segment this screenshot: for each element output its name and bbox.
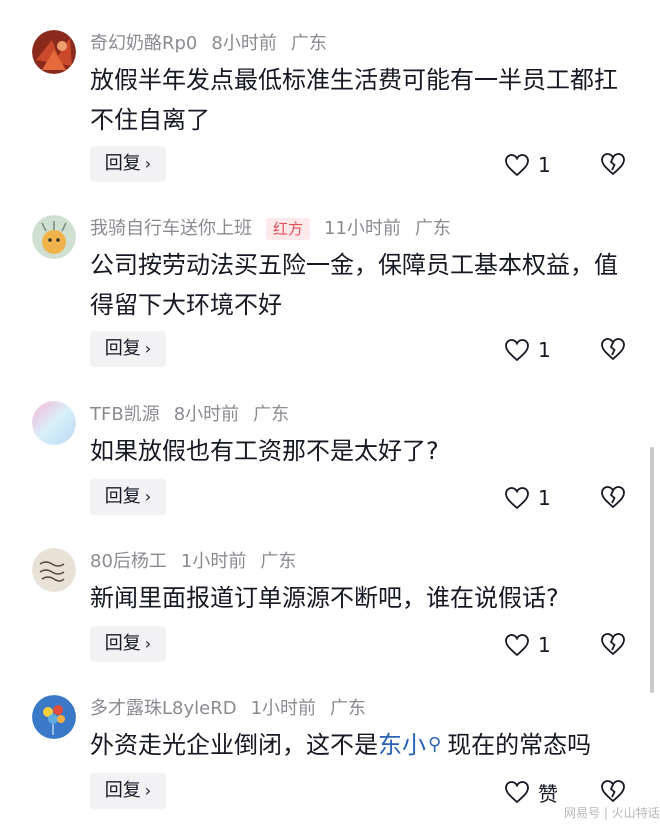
comment-text: 如果放假也有工资那不是太好了? [90, 431, 635, 471]
username[interactable]: 多才露珠L8yleRD [90, 698, 237, 719]
username[interactable]: 我骑自行车送你上班 [90, 218, 252, 239]
comment-meta: 多才露珠L8yleRD 1小时前 广东 [90, 697, 380, 721]
avatar[interactable] [32, 215, 76, 259]
comment-time: 1小时前 [180, 551, 247, 572]
heart-outline-icon [505, 634, 529, 657]
reply-button[interactable]: 回复 › [90, 146, 166, 182]
chevron-right-icon: › [144, 487, 152, 506]
username[interactable]: TFB凯源 [90, 404, 160, 425]
comment-text: 公司按劳动法买五险一金，保障员工基本权益，值得留下大环境不好 [90, 245, 635, 325]
heart-outline-icon [505, 339, 529, 362]
reply-button[interactable]: 回复 › [90, 626, 166, 662]
comment-time: 1小时前 [250, 698, 317, 719]
comment-time: 8小时前 [173, 404, 240, 425]
chevron-right-icon: › [144, 781, 152, 800]
avatar[interactable] [32, 548, 76, 592]
username[interactable]: 80后杨工 [90, 551, 167, 572]
chevron-right-icon: › [144, 634, 152, 653]
reply-label: 回复 [104, 153, 141, 174]
like-button[interactable]: 1 [504, 483, 584, 513]
comment-text-content: 现在的常态吗 [447, 731, 592, 759]
comment-text: 放假半年发点最低标准生活费可能有一半员工都扛不住自离了 [90, 60, 635, 140]
search-link[interactable]: 东小 [378, 731, 426, 759]
like-count: 1 [538, 338, 551, 362]
reply-label: 回复 [104, 780, 141, 801]
chevron-right-icon: › [144, 154, 152, 173]
avatar[interactable] [32, 695, 76, 739]
heart-outline-icon [505, 154, 529, 177]
comment-meta: 奇幻奶酪Rp0 8小时前 广东 [90, 32, 341, 56]
search-icon[interactable]: ⚲ [428, 734, 441, 755]
comment-location: 广东 [330, 698, 367, 719]
like-count: 赞 [538, 781, 558, 806]
like-button[interactable]: 1 [504, 630, 584, 660]
broken-heart-icon [601, 780, 625, 803]
broken-heart-icon [601, 153, 625, 176]
broken-heart-icon [601, 486, 625, 509]
comment-text-content: 放假半年发点最低标准生活费可能有一半员工都扛不住自离了 [90, 66, 618, 134]
avatar[interactable] [32, 30, 76, 74]
scrollbar[interactable] [650, 447, 654, 693]
dislike-button[interactable] [600, 484, 626, 510]
comment-time: 11小时前 [324, 218, 401, 239]
username[interactable]: 奇幻奶酪Rp0 [90, 33, 197, 54]
comment-location: 广东 [260, 551, 297, 572]
dislike-button[interactable] [600, 151, 626, 177]
reply-button[interactable]: 回复 › [90, 479, 166, 515]
comment-time: 8小时前 [211, 33, 277, 54]
like-button[interactable]: 1 [504, 150, 584, 180]
comment-text: 新闻里面报道订单源源不断吧，谁在说假话? [90, 578, 635, 618]
comment-meta: 我骑自行车送你上班 红方 11小时前 广东 [90, 217, 465, 241]
comment-location: 广东 [290, 33, 327, 54]
dislike-button[interactable] [600, 778, 626, 804]
comment-text-content: 如果放假也有工资那不是太好了? [90, 437, 439, 465]
comment-text-content: 公司按劳动法买五险一金，保障员工基本权益，值得留下大环境不好 [90, 251, 618, 319]
like-count: 1 [538, 486, 551, 510]
avatar[interactable] [32, 401, 76, 445]
watermark: 网易号 | 火山特话 [564, 806, 660, 820]
heart-outline-icon [505, 487, 529, 510]
reply-button[interactable]: 回复 › [90, 773, 166, 809]
comment-text-content: 外资走光企业倒闭，这不是 [90, 731, 378, 759]
like-button[interactable]: 1 [504, 335, 584, 365]
comment-location: 广东 [414, 218, 451, 239]
reply-button[interactable]: 回复 › [90, 331, 166, 367]
like-count: 1 [538, 153, 551, 177]
heart-outline-icon [505, 781, 529, 804]
comment-text-content: 新闻里面报道订单源源不断吧，谁在说假话? [90, 584, 559, 612]
dislike-button[interactable] [600, 336, 626, 362]
comment-location: 广东 [253, 404, 290, 425]
comment-text: 外资走光企业倒闭，这不是东小 ⚲ 现在的常态吗 [90, 725, 635, 765]
reply-label: 回复 [104, 633, 141, 654]
like-button[interactable]: 赞 [504, 777, 584, 807]
user-badge: 红方 [266, 218, 311, 240]
dislike-button[interactable] [600, 631, 626, 657]
broken-heart-icon [601, 338, 625, 361]
like-count: 1 [538, 633, 551, 657]
broken-heart-icon [601, 633, 625, 656]
chevron-right-icon: › [144, 339, 152, 358]
comment-meta: TFB凯源 8小时前 广东 [90, 403, 303, 427]
comment-meta: 80后杨工 1小时前 广东 [90, 550, 310, 574]
reply-label: 回复 [104, 338, 141, 359]
reply-label: 回复 [104, 486, 141, 507]
